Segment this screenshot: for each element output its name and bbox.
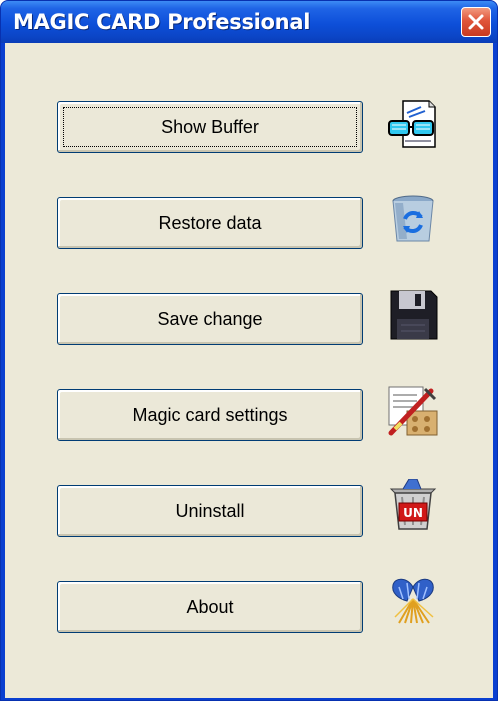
uninstall-button[interactable]: Uninstall xyxy=(57,485,363,537)
window-client-area: Show Buffer Restore data Save change Mag… xyxy=(5,43,493,698)
save-change-label: Save change xyxy=(157,308,263,329)
magic-card-settings-label: Magic card settings xyxy=(132,404,288,425)
show-buffer-button[interactable]: Show Buffer xyxy=(57,101,363,153)
magic-card-settings-button[interactable]: Magic card settings xyxy=(57,389,363,441)
show-buffer-label: Show Buffer xyxy=(161,116,259,137)
close-button[interactable] xyxy=(461,7,491,37)
restore-data-label: Restore data xyxy=(158,212,262,233)
window-title: MAGIC CARD Professional xyxy=(13,10,311,34)
about-button[interactable]: About xyxy=(57,581,363,633)
uninstall-label: Uninstall xyxy=(175,500,245,521)
about-label: About xyxy=(186,596,234,617)
floppy-disk-icon[interactable] xyxy=(387,289,439,341)
title-bar[interactable]: MAGIC CARD Professional xyxy=(1,1,497,43)
close-icon xyxy=(468,14,484,30)
recycle-bin-icon[interactable] xyxy=(387,193,439,245)
svg-text:UN: UN xyxy=(403,506,423,520)
about-logo-icon[interactable] xyxy=(387,573,439,625)
restore-data-button[interactable]: Restore data xyxy=(57,197,363,249)
app-window: MAGIC CARD Professional Show Buffer Rest… xyxy=(0,0,498,701)
settings-tools-icon[interactable] xyxy=(387,385,439,437)
glasses-document-icon[interactable] xyxy=(387,99,439,151)
save-change-button[interactable]: Save change xyxy=(57,293,363,345)
uninstall-bin-icon[interactable]: UN xyxy=(387,479,439,531)
